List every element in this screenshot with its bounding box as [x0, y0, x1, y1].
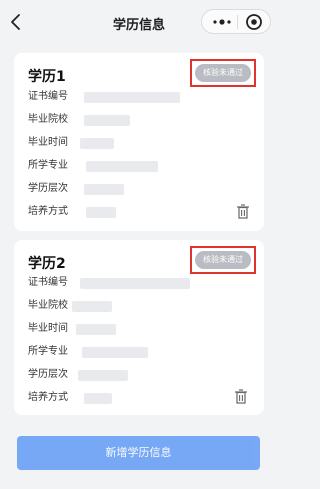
field-value-certificate	[84, 92, 180, 103]
trash-icon[interactable]	[236, 204, 250, 219]
card-title: 学历2	[28, 256, 66, 272]
field-label-level: 学历层次	[28, 183, 68, 194]
field-label-level: 学历层次	[28, 369, 68, 380]
miniprogram-capsule	[201, 9, 271, 34]
field-value-grad-date	[76, 324, 116, 335]
field-value-school	[72, 301, 112, 312]
field-label-school: 毕业院校	[28, 300, 68, 311]
field-value-level	[84, 184, 124, 195]
field-label-major: 所学专业	[28, 346, 68, 357]
field-value-study-mode	[86, 207, 116, 218]
field-label-certificate: 证书编号	[28, 277, 68, 288]
field-label-major: 所学专业	[28, 160, 68, 171]
status-highlight: 核验未通过	[190, 246, 256, 274]
field-label-study-mode: 培养方式	[28, 206, 68, 217]
field-value-school	[84, 115, 130, 126]
field-value-major	[86, 161, 158, 172]
field-value-level	[78, 370, 128, 381]
close-target-icon[interactable]	[245, 13, 263, 31]
nav-bar: 学历信息	[0, 0, 278, 44]
card-title: 学历1	[28, 69, 66, 85]
more-dots-icon[interactable]	[210, 14, 234, 30]
field-value-major	[82, 347, 148, 358]
field-value-study-mode	[84, 393, 112, 404]
field-label-grad-date: 毕业时间	[28, 137, 68, 148]
status-highlight: 核验未通过	[190, 59, 256, 87]
status-badge: 核验未通过	[195, 64, 251, 82]
field-label-grad-date: 毕业时间	[28, 323, 68, 334]
education-card-2[interactable]: 学历2 核验未通过 证书编号 毕业院校 毕业时间 所学专业 学历层次 培养方式	[14, 240, 264, 415]
add-education-button[interactable]: 新增学历信息	[17, 436, 260, 470]
field-label-study-mode: 培养方式	[28, 392, 68, 403]
field-label-certificate: 证书编号	[28, 91, 68, 102]
status-badge: 核验未通过	[195, 251, 251, 269]
education-card-1[interactable]: 学历1 核验未通过 证书编号 毕业院校 毕业时间 所学专业 学历层次 培养方式	[14, 53, 264, 231]
capsule-divider	[237, 15, 238, 29]
field-value-certificate	[80, 278, 190, 289]
trash-icon[interactable]	[234, 389, 248, 404]
field-label-school: 毕业院校	[28, 114, 68, 125]
field-value-grad-date	[80, 138, 114, 149]
